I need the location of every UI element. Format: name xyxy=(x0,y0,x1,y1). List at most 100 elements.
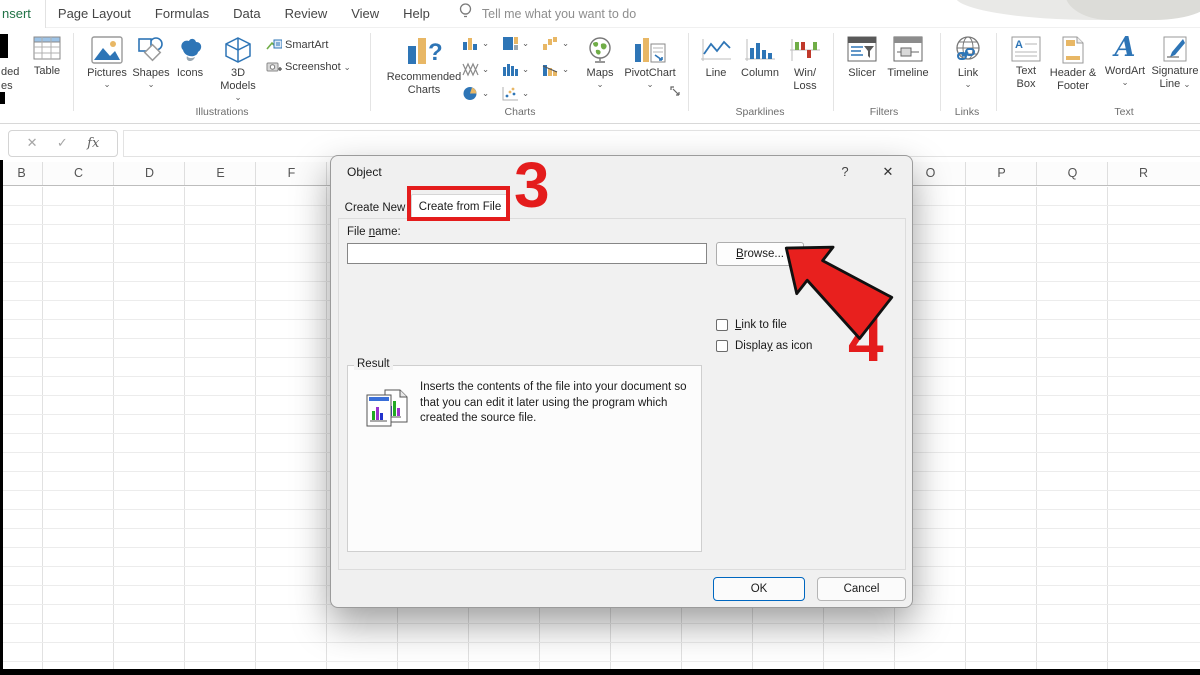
text-box-label: Text Box xyxy=(1011,65,1041,91)
column-header-B[interactable]: B xyxy=(0,162,43,186)
formula-controls: ✕ ✓ fx xyxy=(8,130,118,157)
text-box-button[interactable]: A Text Box xyxy=(1006,36,1046,91)
tell-me-search[interactable]: Tell me what you want to do xyxy=(482,7,636,21)
icons-icon xyxy=(175,36,205,64)
maps-button[interactable]: Maps ⌄ xyxy=(580,36,620,88)
table-label: Table xyxy=(24,65,70,78)
column-header-E[interactable]: E xyxy=(185,162,256,186)
menu-tab-page-layout[interactable]: Page Layout xyxy=(46,0,143,28)
wordart-button[interactable]: A WordArt ⌄ xyxy=(1100,34,1150,86)
pictures-icon xyxy=(91,36,123,64)
wordart-icon: A xyxy=(1100,34,1150,62)
enter-icon[interactable]: ✓ xyxy=(57,135,68,151)
cancel-icon[interactable]: ✕ xyxy=(27,135,38,151)
table-button[interactable]: Table xyxy=(24,36,70,78)
chevron-down-icon: ⌄ xyxy=(1183,79,1190,89)
cutoff-icon-fragment xyxy=(0,34,8,58)
column-header-Q[interactable]: Q xyxy=(1037,162,1108,186)
menu-tab-review[interactable]: Review xyxy=(273,0,340,28)
menu-tab-label: Data xyxy=(233,6,260,21)
close-icon[interactable]: ✕ xyxy=(875,161,901,183)
display-as-icon-label: Display as icon xyxy=(735,340,812,352)
text-box-icon: A xyxy=(1011,36,1041,62)
insert-hierarchy-chart-button[interactable]: ⌄ xyxy=(502,36,529,51)
group-label-filters: Filters xyxy=(870,106,899,118)
sparkline-column-button[interactable]: Column xyxy=(736,38,784,80)
pivotchart-button[interactable]: PivotChart ⌄ xyxy=(620,36,680,88)
header-footer-label: Header & Footer xyxy=(1046,67,1100,93)
screenshot-icon xyxy=(266,60,282,74)
menu-tab-label: Formulas xyxy=(155,6,209,21)
display-as-icon-checkbox[interactable] xyxy=(716,340,728,352)
cancel-button[interactable]: Cancel xyxy=(817,577,906,601)
column-header-F[interactable]: F xyxy=(256,162,327,186)
column-header-R[interactable]: R xyxy=(1108,162,1179,186)
charts-dialog-launcher-icon[interactable] xyxy=(670,84,681,102)
insert-scatter-chart-button[interactable]: ⌄ xyxy=(502,86,529,101)
file-name-label: File name: xyxy=(347,226,401,238)
group-label-charts: Charts xyxy=(505,106,536,118)
svg-text:A: A xyxy=(1015,39,1023,51)
insert-combo-chart-button[interactable]: ⌄ xyxy=(542,62,569,77)
pictures-button[interactable]: Pictures ⌄ xyxy=(84,36,130,88)
help-button[interactable]: ? xyxy=(834,162,856,182)
link-button[interactable]: Link ⌄ xyxy=(948,34,988,88)
shapes-button[interactable]: Shapes ⌄ xyxy=(130,36,172,88)
header-footer-button[interactable]: Header & Footer xyxy=(1046,36,1100,93)
3d-models-button[interactable]: 3D Models ⌄ xyxy=(210,36,266,101)
menu-tab-data[interactable]: Data xyxy=(221,0,272,28)
timeline-icon xyxy=(893,36,923,64)
chevron-down-icon: ⌄ xyxy=(562,38,569,49)
smartart-label: SmartArt xyxy=(285,39,328,51)
link-to-file-checkbox[interactable] xyxy=(716,319,728,331)
column-header-C[interactable]: C xyxy=(43,162,114,186)
column-header-P[interactable]: P xyxy=(966,162,1037,186)
sparkline-line-button[interactable]: Line xyxy=(696,38,736,80)
icons-button[interactable]: Icons xyxy=(172,36,208,80)
svg-text:?: ? xyxy=(428,39,443,66)
insert-object-result-icon xyxy=(365,388,411,433)
smartart-icon xyxy=(266,38,282,52)
group-separator xyxy=(73,33,74,111)
chevron-down-icon: ⌄ xyxy=(580,80,620,88)
ok-button[interactable]: OK xyxy=(713,577,805,601)
signature-line-button[interactable]: Signature Line ⌄ xyxy=(1150,36,1200,91)
sparkline-column-label: Column xyxy=(736,67,784,80)
menu-tab-label: View xyxy=(351,6,379,21)
insert-histogram-chart-button[interactable]: ⌄ xyxy=(502,62,529,77)
tab-create-new[interactable]: Create New xyxy=(343,199,407,219)
insert-pie-chart-button[interactable]: ⌄ xyxy=(462,86,489,101)
column-header-D[interactable]: D xyxy=(114,162,185,186)
insert-radar-chart-button[interactable]: ⌄ xyxy=(462,62,489,77)
formula-input[interactable] xyxy=(123,130,1200,157)
insert-column-chart-button[interactable]: ⌄ xyxy=(462,36,489,51)
insert-function-icon[interactable]: fx xyxy=(87,136,99,151)
chevron-down-icon: ⌄ xyxy=(84,80,130,88)
menu-tab-label: Page Layout xyxy=(58,6,131,21)
screenshot-label: Screenshot xyxy=(285,61,341,73)
slicer-button[interactable]: Slicer xyxy=(842,36,882,80)
group-label-text: Text xyxy=(1114,106,1133,118)
menu-tab-nsert[interactable]: nsert xyxy=(0,0,46,28)
cutoff-icon-fragment xyxy=(0,92,5,104)
menu-tab-help[interactable]: Help xyxy=(391,0,442,28)
sparkline-winloss-label: Win/ Loss xyxy=(788,67,822,93)
result-box: Inserts the contents of the file into yo… xyxy=(347,365,702,552)
screen-edge xyxy=(0,160,3,675)
smartart-button[interactable]: SmartArt xyxy=(266,38,328,52)
insert-waterfall-chart-button[interactable]: ⌄ xyxy=(542,36,569,51)
slicer-label: Slicer xyxy=(842,67,882,80)
group-separator xyxy=(370,33,371,111)
recommended-charts-button[interactable]: ? Recommended Charts xyxy=(380,34,468,97)
sparkline-winloss-button[interactable]: Win/ Loss xyxy=(784,38,826,93)
menu-tab-formulas[interactable]: Formulas xyxy=(143,0,221,28)
column-chart-icon xyxy=(462,36,479,51)
sparkline-line-icon xyxy=(700,38,732,64)
maps-icon xyxy=(586,36,614,64)
radar-chart-icon xyxy=(462,62,479,77)
timeline-button[interactable]: Timeline xyxy=(882,36,934,80)
screenshot-button[interactable]: Screenshot ⌄ xyxy=(266,60,351,74)
menu-tab-view[interactable]: View xyxy=(339,0,391,28)
group-label-links: Links xyxy=(955,106,980,118)
file-name-input[interactable] xyxy=(347,243,707,264)
